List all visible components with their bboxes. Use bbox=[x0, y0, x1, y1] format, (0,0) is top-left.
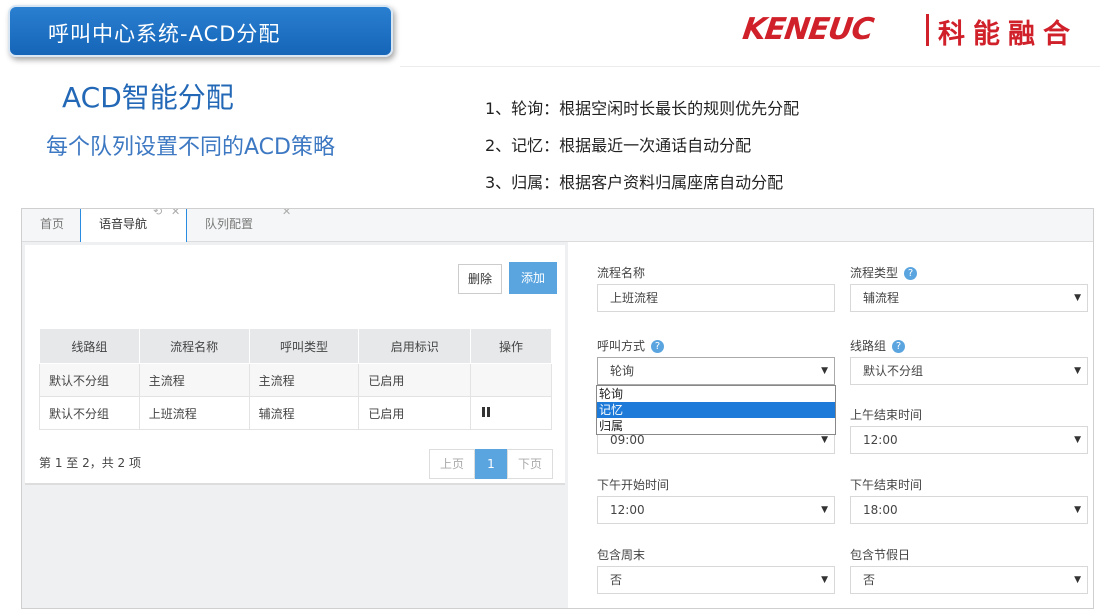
cell-flow-name: 主流程 bbox=[138, 363, 250, 397]
call-mode-select[interactable]: 轮询 ▼ bbox=[597, 357, 835, 385]
weekend-select[interactable]: 否 ▼ bbox=[597, 566, 835, 594]
help-icon[interactable]: ? bbox=[651, 340, 665, 353]
brand-logo: KENEUC 科能融合 bbox=[740, 10, 1093, 50]
chevron-down-icon: ▼ bbox=[1074, 293, 1081, 303]
banner-title: 呼叫中心系统-ACD分配 bbox=[48, 22, 281, 46]
subtitle: 每个队列设置不同的ACD策略 bbox=[46, 135, 335, 160]
field-value: 辅流程 bbox=[863, 291, 900, 305]
line-group-select[interactable]: 默认不分组 ▼ bbox=[850, 357, 1088, 385]
main-title: ACD智能分配 bbox=[62, 81, 234, 114]
delete-button[interactable]: 删除 bbox=[458, 264, 502, 294]
field-value: 上班流程 bbox=[610, 291, 659, 305]
tab-label: 首页 bbox=[40, 217, 65, 231]
brand-cn: 科能融合 bbox=[938, 19, 1078, 50]
add-button[interactable]: 添加 bbox=[509, 262, 557, 294]
field-value: 默认不分组 bbox=[863, 364, 924, 378]
app-window: 首页 语音导航 ⟲ ✕ 队列配置 ✕ 删除 添加 线路组 流程名称 呼叫类型 启… bbox=[21, 208, 1094, 609]
column-header[interactable]: 线路组 bbox=[39, 328, 140, 364]
column-header[interactable]: 操作 bbox=[470, 328, 552, 364]
cell-action bbox=[470, 396, 552, 430]
header-rule bbox=[400, 66, 1100, 67]
flow-name-input[interactable]: 上班流程 bbox=[597, 284, 835, 312]
chevron-down-icon: ▼ bbox=[821, 366, 828, 376]
pm-start-label: 下午开始时间 bbox=[597, 478, 670, 492]
holiday-select[interactable]: 否 ▼ bbox=[850, 566, 1088, 594]
chevron-down-icon: ▼ bbox=[1074, 435, 1081, 445]
pager-info: 第 1 至 2，共 2 项 bbox=[39, 456, 141, 470]
dropdown-option-highlighted[interactable]: 记忆 bbox=[597, 402, 835, 418]
tab-queue-config[interactable]: 队列配置 ✕ bbox=[187, 209, 297, 242]
column-header[interactable]: 启用标识 bbox=[358, 328, 472, 364]
cell-call-type: 主流程 bbox=[248, 363, 360, 397]
strategy-item: 1、轮询：根据空闲时长最长的规则优先分配 bbox=[485, 99, 800, 118]
table-header: 线路组 流程名称 呼叫类型 启用标识 操作 bbox=[39, 328, 552, 364]
cell-flow-name: 上班流程 bbox=[138, 396, 250, 430]
weekend-label: 包含周末 bbox=[597, 548, 646, 562]
chevron-down-icon: ▼ bbox=[821, 575, 828, 585]
tab-voice-navigation[interactable]: 语音导航 ⟲ ✕ bbox=[80, 209, 187, 242]
cell-status: 已启用 bbox=[358, 363, 472, 397]
line-group-label: 线路组? bbox=[850, 337, 906, 354]
call-mode-dropdown: 轮询 记忆 归属 bbox=[596, 385, 836, 435]
chevron-down-icon: ▼ bbox=[1074, 575, 1081, 585]
dropdown-option[interactable]: 轮询 bbox=[597, 386, 835, 402]
call-mode-label: 呼叫方式? bbox=[597, 337, 665, 354]
help-icon[interactable]: ? bbox=[892, 340, 906, 353]
cell-call-type: 辅流程 bbox=[248, 396, 360, 430]
field-value: 否 bbox=[863, 573, 876, 587]
flow-table: 线路组 流程名称 呼叫类型 启用标识 操作 默认不分组 主流程 主流程 已启用 … bbox=[39, 328, 552, 430]
field-value: 轮询 bbox=[610, 364, 635, 378]
pm-end-select[interactable]: 18:00 ▼ bbox=[850, 496, 1088, 524]
tab-bar: 首页 语音导航 ⟲ ✕ 队列配置 ✕ bbox=[22, 209, 1093, 242]
dropdown-option[interactable]: 归属 bbox=[597, 418, 835, 434]
cell-line-group: 默认不分组 bbox=[39, 363, 140, 397]
am-end-label: 上午结束时间 bbox=[850, 408, 923, 422]
help-icon[interactable]: ? bbox=[904, 267, 918, 280]
table-row[interactable]: 默认不分组 主流程 主流程 已启用 bbox=[39, 363, 552, 397]
flow-list-panel: 删除 添加 线路组 流程名称 呼叫类型 启用标识 操作 默认不分组 主流程 主流… bbox=[25, 245, 565, 485]
cell-action bbox=[470, 363, 552, 397]
strategy-item: 3、归属：根据客户资料归属座席自动分配 bbox=[485, 173, 784, 192]
strategy-item: 2、记忆：根据最近一次通话自动分配 bbox=[485, 136, 752, 155]
column-header[interactable]: 流程名称 bbox=[138, 328, 250, 364]
tab-label: 队列配置 bbox=[205, 217, 254, 231]
field-value: 09:00 bbox=[610, 433, 645, 447]
pm-start-select[interactable]: 12:00 ▼ bbox=[597, 496, 835, 524]
flow-type-select[interactable]: 辅流程 ▼ bbox=[850, 284, 1088, 312]
holiday-label: 包含节假日 bbox=[850, 548, 911, 562]
page-1-button[interactable]: 1 bbox=[475, 449, 507, 479]
close-icon[interactable]: ✕ bbox=[171, 209, 180, 218]
cell-line-group: 默认不分组 bbox=[39, 396, 140, 430]
cell-status: 已启用 bbox=[358, 396, 472, 430]
next-page-button[interactable]: 下页 bbox=[507, 449, 553, 479]
close-icon[interactable]: ✕ bbox=[282, 209, 291, 218]
chevron-down-icon: ▼ bbox=[821, 505, 828, 515]
flow-type-label: 流程类型? bbox=[850, 264, 918, 281]
am-end-select[interactable]: 12:00 ▼ bbox=[850, 426, 1088, 454]
field-value: 18:00 bbox=[863, 503, 898, 517]
brand-latin: KENEUC bbox=[740, 12, 876, 47]
chevron-down-icon: ▼ bbox=[1074, 505, 1081, 515]
tab-label: 语音导航 bbox=[99, 217, 148, 231]
pause-icon[interactable] bbox=[482, 407, 491, 417]
brand-divider bbox=[926, 14, 929, 46]
tab-home[interactable]: 首页 bbox=[22, 209, 80, 242]
refresh-icon[interactable]: ⟲ bbox=[153, 209, 162, 218]
flow-name-label: 流程名称 bbox=[597, 266, 646, 280]
table-row[interactable]: 默认不分组 上班流程 辅流程 已启用 bbox=[39, 396, 552, 430]
title-banner: 呼叫中心系统-ACD分配 bbox=[8, 5, 393, 57]
field-value: 否 bbox=[610, 573, 623, 587]
field-value: 12:00 bbox=[863, 433, 898, 447]
chevron-down-icon: ▼ bbox=[1074, 366, 1081, 376]
column-header[interactable]: 呼叫类型 bbox=[248, 328, 360, 364]
field-value: 12:00 bbox=[610, 503, 645, 517]
pm-end-label: 下午结束时间 bbox=[850, 478, 923, 492]
prev-page-button[interactable]: 上页 bbox=[429, 449, 475, 479]
